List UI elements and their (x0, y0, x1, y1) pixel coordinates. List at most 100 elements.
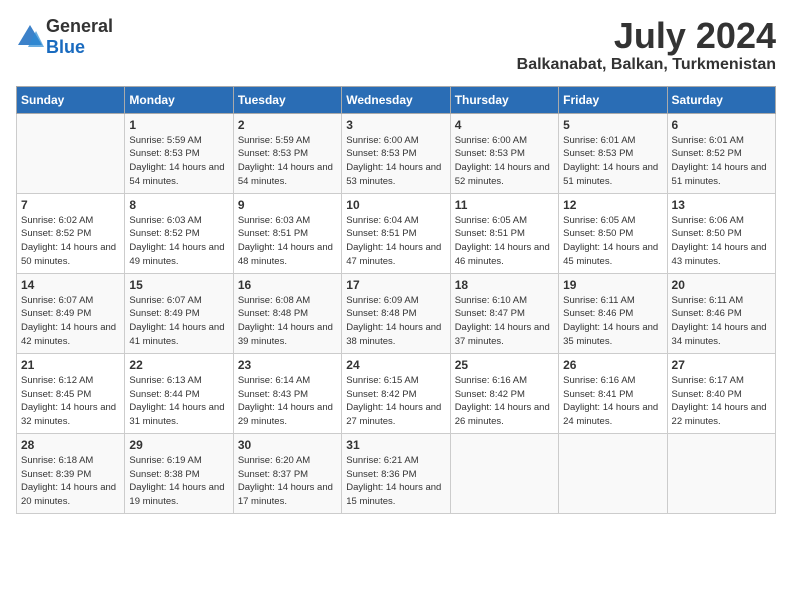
calendar-cell: 29 Sunrise: 6:19 AMSunset: 8:38 PMDayligh… (125, 433, 233, 513)
logo-text: General Blue (46, 16, 113, 58)
day-info: Sunrise: 6:21 AMSunset: 8:36 PMDaylight:… (346, 454, 445, 509)
day-number: 25 (455, 358, 554, 372)
calendar-cell (17, 113, 125, 193)
calendar-cell: 15 Sunrise: 6:07 AMSunset: 8:49 PMDayligh… (125, 273, 233, 353)
day-number: 1 (129, 118, 228, 132)
day-info: Sunrise: 6:07 AMSunset: 8:49 PMDaylight:… (129, 294, 228, 349)
day-info: Sunrise: 6:14 AMSunset: 8:43 PMDaylight:… (238, 374, 337, 429)
day-number: 31 (346, 438, 445, 452)
header-day-friday: Friday (559, 86, 667, 113)
calendar-cell: 6Sunrise: 6:01 AMSunset: 8:52 PMDaylight… (667, 113, 775, 193)
calendar-cell: 27 Sunrise: 6:17 AMSunset: 8:40 PMDayligh… (667, 353, 775, 433)
calendar-cell: 14 Sunrise: 6:07 AMSunset: 8:49 PMDayligh… (17, 273, 125, 353)
day-number: 30 (238, 438, 337, 452)
day-number: 4 (455, 118, 554, 132)
day-number: 3 (346, 118, 445, 132)
day-number: 28 (21, 438, 120, 452)
calendar-cell: 1 Sunrise: 5:59 AMSunset: 8:53 PMDaylight… (125, 113, 233, 193)
calendar-cell: 26 Sunrise: 6:16 AMSunset: 8:41 PMDayligh… (559, 353, 667, 433)
calendar-cell: 8 Sunrise: 6:03 AMSunset: 8:52 PMDaylight… (125, 193, 233, 273)
calendar-header-row: SundayMondayTuesdayWednesdayThursdayFrid… (17, 86, 776, 113)
calendar-week-row-2: 7Sunrise: 6:02 AMSunset: 8:52 PMDaylight… (17, 193, 776, 273)
calendar-week-row-1: 1 Sunrise: 5:59 AMSunset: 8:53 PMDaylight… (17, 113, 776, 193)
day-number: 23 (238, 358, 337, 372)
day-info: Sunrise: 6:18 AMSunset: 8:39 PMDaylight:… (21, 454, 120, 509)
calendar-cell: 11 Sunrise: 6:05 AMSunset: 8:51 PMDayligh… (450, 193, 558, 273)
calendar-cell: 4 Sunrise: 6:00 AMSunset: 8:53 PMDaylight… (450, 113, 558, 193)
calendar-cell: 16 Sunrise: 6:08 AMSunset: 8:48 PMDayligh… (233, 273, 341, 353)
day-number: 27 (672, 358, 771, 372)
calendar-cell: 31 Sunrise: 6:21 AMSunset: 8:36 PMDayligh… (342, 433, 450, 513)
calendar-cell (667, 433, 775, 513)
day-info: Sunrise: 6:00 AMSunset: 8:53 PMDaylight:… (455, 134, 554, 189)
day-number: 13 (672, 198, 771, 212)
calendar-cell: 30 Sunrise: 6:20 AMSunset: 8:37 PMDayligh… (233, 433, 341, 513)
day-info: Sunrise: 6:03 AMSunset: 8:51 PMDaylight:… (238, 214, 337, 269)
day-info: Sunrise: 6:16 AMSunset: 8:41 PMDaylight:… (563, 374, 662, 429)
day-number: 15 (129, 278, 228, 292)
day-info: Sunrise: 6:07 AMSunset: 8:49 PMDaylight:… (21, 294, 120, 349)
logo-blue: Blue (46, 37, 85, 57)
day-number: 5 (563, 118, 662, 132)
day-info: Sunrise: 6:00 AMSunset: 8:53 PMDaylight:… (346, 134, 445, 189)
day-info: Sunrise: 6:20 AMSunset: 8:37 PMDaylight:… (238, 454, 337, 509)
calendar-cell: 12 Sunrise: 6:05 AMSunset: 8:50 PMDayligh… (559, 193, 667, 273)
day-info: Sunrise: 6:15 AMSunset: 8:42 PMDaylight:… (346, 374, 445, 429)
day-info: Sunrise: 5:59 AMSunset: 8:53 PMDaylight:… (238, 134, 337, 189)
day-info: Sunrise: 6:05 AMSunset: 8:50 PMDaylight:… (563, 214, 662, 269)
day-info: Sunrise: 6:09 AMSunset: 8:48 PMDaylight:… (346, 294, 445, 349)
calendar-cell: 23 Sunrise: 6:14 AMSunset: 8:43 PMDayligh… (233, 353, 341, 433)
day-number: 14 (21, 278, 120, 292)
day-number: 8 (129, 198, 228, 212)
header-day-wednesday: Wednesday (342, 86, 450, 113)
day-number: 19 (563, 278, 662, 292)
title-block: July 2024 Balkanabat, Balkan, Turkmenist… (517, 16, 776, 74)
day-number: 9 (238, 198, 337, 212)
day-number: 11 (455, 198, 554, 212)
day-number: 10 (346, 198, 445, 212)
day-info: Sunrise: 6:05 AMSunset: 8:51 PMDaylight:… (455, 214, 554, 269)
day-number: 26 (563, 358, 662, 372)
calendar-cell: 10Sunrise: 6:04 AMSunset: 8:51 PMDayligh… (342, 193, 450, 273)
day-number: 24 (346, 358, 445, 372)
day-info: Sunrise: 6:17 AMSunset: 8:40 PMDaylight:… (672, 374, 771, 429)
header-day-sunday: Sunday (17, 86, 125, 113)
calendar-cell: 22 Sunrise: 6:13 AMSunset: 8:44 PMDayligh… (125, 353, 233, 433)
day-info: Sunrise: 6:13 AMSunset: 8:44 PMDaylight:… (129, 374, 228, 429)
header-day-monday: Monday (125, 86, 233, 113)
calendar-cell: 18Sunrise: 6:10 AMSunset: 8:47 PMDayligh… (450, 273, 558, 353)
calendar-cell: 5 Sunrise: 6:01 AMSunset: 8:53 PMDaylight… (559, 113, 667, 193)
day-number: 16 (238, 278, 337, 292)
calendar-cell: 24 Sunrise: 6:15 AMSunset: 8:42 PMDayligh… (342, 353, 450, 433)
calendar-cell: 3 Sunrise: 6:00 AMSunset: 8:53 PMDaylight… (342, 113, 450, 193)
day-number: 17 (346, 278, 445, 292)
day-number: 22 (129, 358, 228, 372)
day-number: 29 (129, 438, 228, 452)
calendar-week-row-5: 28 Sunrise: 6:18 AMSunset: 8:39 PMDayligh… (17, 433, 776, 513)
day-info: Sunrise: 6:03 AMSunset: 8:52 PMDaylight:… (129, 214, 228, 269)
header-day-tuesday: Tuesday (233, 86, 341, 113)
location-subtitle: Balkanabat, Balkan, Turkmenistan (517, 56, 776, 74)
logo-icon (16, 23, 44, 51)
day-number: 20 (672, 278, 771, 292)
logo: General Blue (16, 16, 113, 58)
day-info: Sunrise: 6:19 AMSunset: 8:38 PMDaylight:… (129, 454, 228, 509)
calendar-cell: 7Sunrise: 6:02 AMSunset: 8:52 PMDaylight… (17, 193, 125, 273)
day-info: Sunrise: 6:06 AMSunset: 8:50 PMDaylight:… (672, 214, 771, 269)
day-info: Sunrise: 6:16 AMSunset: 8:42 PMDaylight:… (455, 374, 554, 429)
header-day-thursday: Thursday (450, 86, 558, 113)
header-day-saturday: Saturday (667, 86, 775, 113)
logo-general: General (46, 16, 113, 36)
day-number: 18 (455, 278, 554, 292)
calendar-cell (559, 433, 667, 513)
day-number: 12 (563, 198, 662, 212)
calendar-table: SundayMondayTuesdayWednesdayThursdayFrid… (16, 86, 776, 514)
day-info: Sunrise: 6:12 AMSunset: 8:45 PMDaylight:… (21, 374, 120, 429)
day-info: Sunrise: 6:08 AMSunset: 8:48 PMDaylight:… (238, 294, 337, 349)
calendar-cell: 28 Sunrise: 6:18 AMSunset: 8:39 PMDayligh… (17, 433, 125, 513)
day-number: 7 (21, 198, 120, 212)
day-info: Sunrise: 6:01 AMSunset: 8:53 PMDaylight:… (563, 134, 662, 189)
day-number: 21 (21, 358, 120, 372)
day-info: Sunrise: 5:59 AMSunset: 8:53 PMDaylight:… (129, 134, 228, 189)
calendar-cell: 13 Sunrise: 6:06 AMSunset: 8:50 PMDayligh… (667, 193, 775, 273)
